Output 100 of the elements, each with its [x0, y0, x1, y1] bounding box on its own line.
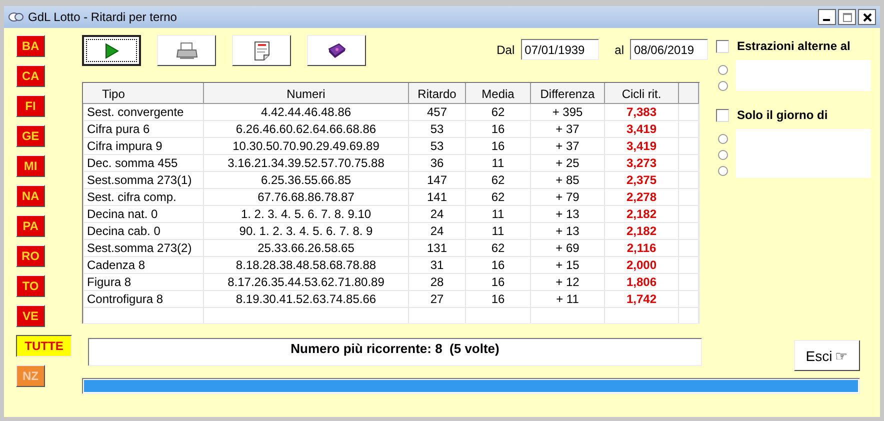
radio-button[interactable] — [718, 150, 728, 160]
table-cell: + 69 — [530, 240, 604, 256]
city-button[interactable]: MI — [16, 155, 45, 177]
table-cell: Sest. convergente — [84, 104, 204, 120]
table-cell: 16 — [466, 120, 530, 138]
table-cell: + 13 — [530, 222, 604, 240]
window-title: GdL Lotto - Ritardi per terno — [28, 10, 177, 24]
document-icon — [252, 40, 270, 60]
close-button[interactable] — [858, 9, 876, 25]
date-field[interactable]: 08/06/2019 — [630, 39, 708, 60]
table-cell: + 79 — [530, 188, 604, 206]
city-button[interactable]: TUTTE — [16, 335, 72, 357]
table-cell: 2,116 — [604, 240, 678, 256]
play-icon — [104, 42, 118, 58]
checkbox[interactable] — [716, 108, 729, 122]
message-box: Numero più ricorrente: 8 (5 volte) — [88, 338, 702, 366]
city-button[interactable]: GE — [16, 125, 45, 147]
table-cell: 457 — [408, 104, 466, 120]
book-icon — [326, 42, 346, 58]
table-cell: 2,182 — [604, 222, 678, 240]
column-header[interactable]: Media — [466, 84, 530, 104]
table-cell: 62 — [466, 104, 530, 120]
table-cell: 2,375 — [604, 172, 678, 188]
city-button[interactable]: RO — [16, 245, 45, 267]
table-cell: Decina cab. 0 — [84, 222, 204, 240]
table-cell: Sest. cifra comp. — [84, 188, 204, 206]
city-button[interactable]: PA — [16, 215, 45, 237]
table-cell: 31 — [408, 256, 466, 274]
table-cell: 16 — [466, 138, 530, 154]
table-cell: 8.18.28.38.48.58.68.78.88 — [204, 256, 408, 274]
table-cell: 7,383 — [604, 104, 678, 120]
table-cell: 27 — [408, 290, 466, 308]
table-cell: 141 — [408, 188, 466, 206]
city-button[interactable]: VE — [16, 305, 45, 327]
date-label: Dal — [496, 42, 515, 56]
table-cell: Cadenza 8 — [84, 256, 204, 274]
table-cell: 1,806 — [604, 274, 678, 290]
toolbar-button[interactable] — [82, 35, 141, 66]
table-cell: Controfigura 8 — [84, 290, 204, 308]
radio-button[interactable] — [718, 65, 728, 75]
table-cell: 2,000 — [604, 256, 678, 274]
maximize-icon — [842, 12, 852, 22]
city-button[interactable]: CA — [16, 65, 45, 87]
checkbox-label: Estrazioni alterne al — [737, 39, 850, 53]
table-cell: 53 — [408, 120, 466, 138]
table-cell: 10.30.50.70.90.29.49.69.89 — [204, 138, 408, 154]
table-cell: 25.33.66.26.58.65 — [204, 240, 408, 256]
table-cell: 131 — [408, 240, 466, 256]
table-cell: Cifra impura 9 — [84, 138, 204, 154]
radio-button[interactable] — [718, 166, 728, 176]
exit-button[interactable]: Esci ☞ — [794, 340, 860, 371]
table-cell: 4.42.44.46.48.86 — [204, 104, 408, 120]
city-button[interactable]: FI — [16, 95, 45, 117]
close-icon — [862, 12, 872, 22]
table-cell: 2,182 — [604, 206, 678, 222]
table-cell: 16 — [466, 290, 530, 308]
column-header[interactable]: Cicli rit. — [604, 84, 678, 104]
radio-button[interactable] — [718, 134, 728, 144]
table-cell: + 395 — [530, 104, 604, 120]
table-cell: 3,419 — [604, 120, 678, 138]
hand-icon: ☞ — [835, 348, 848, 364]
table-cell: Cifra pura 6 — [84, 120, 204, 138]
table-cell: + 37 — [530, 120, 604, 138]
checkbox[interactable] — [716, 40, 729, 52]
table-cell: 6.26.46.60.62.64.66.68.86 — [204, 120, 408, 138]
app-icon — [8, 11, 24, 23]
table-cell: + 13 — [530, 206, 604, 222]
table-cell: + 15 — [530, 256, 604, 274]
column-header[interactable]: Ritardo — [408, 84, 466, 104]
table-cell: Dec. somma 455 — [84, 154, 204, 172]
table-cell: 1,742 — [604, 290, 678, 308]
table-cell: 24 — [408, 206, 466, 222]
table-cell: 147 — [408, 172, 466, 188]
table-cell: 11 — [466, 154, 530, 172]
table-cell: 53 — [408, 138, 466, 154]
table-cell: Sest.somma 273(2) — [84, 240, 204, 256]
minimize-button[interactable] — [818, 9, 836, 25]
table-cell: 62 — [466, 172, 530, 188]
maximize-button[interactable] — [838, 9, 856, 25]
table-cell: 16 — [466, 274, 530, 290]
column-header[interactable]: Numeri — [204, 84, 408, 104]
table-cell: + 37 — [530, 138, 604, 154]
column-header[interactable]: Tipo — [84, 84, 204, 104]
table-cell: 3.16.21.34.39.52.57.70.75.88 — [204, 154, 408, 172]
table-cell: + 12 — [530, 274, 604, 290]
city-button[interactable]: NA — [16, 185, 45, 207]
radio-button[interactable] — [718, 81, 728, 91]
table-cell: 8.19.30.41.52.63.74.85.66 — [204, 290, 408, 308]
table-cell: 1. 2. 3. 4. 5. 6. 7. 8. 9.10 — [204, 206, 408, 222]
table-cell: + 11 — [530, 290, 604, 308]
table-cell: 62 — [466, 240, 530, 256]
table-cell: 11 — [466, 206, 530, 222]
city-button[interactable]: BA — [16, 35, 45, 57]
table-cell: 28 — [408, 274, 466, 290]
column-header[interactable]: Differenza — [530, 84, 604, 104]
table-cell: Decina nat. 0 — [84, 206, 204, 222]
table-cell: + 85 — [530, 172, 604, 188]
city-button[interactable]: TO — [16, 275, 45, 297]
date-field[interactable]: 07/01/1939 — [520, 39, 599, 60]
table-cell: 3,419 — [604, 138, 678, 154]
